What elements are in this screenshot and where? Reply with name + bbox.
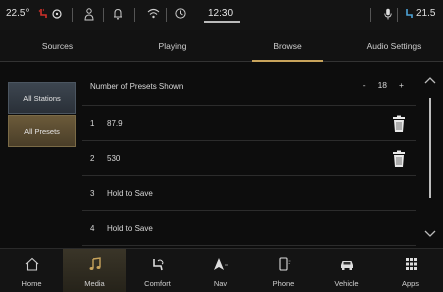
- presets-count-stepper: - 18 +: [363, 80, 404, 90]
- tab-audio-settings[interactable]: Audio Settings: [345, 30, 443, 62]
- navigation-arrow-icon: [213, 258, 228, 270]
- compass-icon[interactable]: [175, 8, 186, 19]
- passenger-temperature[interactable]: 21.5: [416, 8, 435, 19]
- divider: [166, 8, 167, 22]
- divider: [134, 8, 135, 22]
- tab-playing[interactable]: Playing: [115, 30, 230, 62]
- nav-label: Home: [21, 279, 42, 288]
- nav-vehicle[interactable]: Vehicle: [315, 249, 378, 292]
- decrease-button[interactable]: -: [363, 80, 366, 90]
- nav-label: Comfort: [144, 279, 171, 288]
- music-note-icon: [89, 257, 101, 270]
- nav-nav[interactable]: Nav: [189, 249, 252, 292]
- time-underline: [204, 21, 240, 23]
- tab-sources[interactable]: Sources: [0, 30, 115, 62]
- preset-number: 2: [90, 154, 95, 163]
- presets-count-row: Number of Presets Shown - 18 +: [82, 72, 416, 106]
- divider: [370, 8, 371, 22]
- browse-sidebar: All Stations All Presets: [0, 62, 78, 248]
- list-scrollbar[interactable]: [418, 62, 443, 248]
- all-stations-button[interactable]: All Stations: [8, 82, 76, 114]
- presets-count-value: 18: [377, 80, 388, 90]
- nav-home[interactable]: Home: [0, 249, 63, 292]
- nav-label: Media: [84, 279, 105, 288]
- media-tab-bar: Sources Playing Browse Audio Settings: [0, 30, 443, 62]
- car-icon: [340, 261, 353, 270]
- preset-label: 530: [107, 154, 121, 163]
- wifi-icon[interactable]: [147, 8, 160, 19]
- divider: [103, 8, 104, 22]
- trash-icon[interactable]: [392, 115, 406, 133]
- person-icon[interactable]: [84, 8, 94, 21]
- comfort-icon: [152, 259, 163, 271]
- heated-wheel-icon[interactable]: [52, 9, 62, 19]
- clock-time: 12:30: [208, 8, 234, 19]
- nav-comfort[interactable]: Comfort: [126, 249, 189, 292]
- scroll-thumb[interactable]: [429, 98, 431, 198]
- passenger-seat-icon[interactable]: [404, 8, 414, 20]
- increase-button[interactable]: +: [399, 80, 404, 90]
- nav-phone[interactable]: Phone: [252, 249, 315, 292]
- nav-label: Phone: [272, 279, 295, 288]
- heated-seat-icon[interactable]: [38, 8, 48, 20]
- preset-row[interactable]: 3 Hold to Save: [82, 177, 416, 211]
- all-presets-button[interactable]: All Presets: [8, 115, 76, 147]
- preset-row[interactable]: 1 87.9: [82, 107, 416, 141]
- status-bar: 22.5° 12:30 21.5: [0, 0, 443, 30]
- apps-grid-icon: [405, 258, 417, 270]
- presets-count-label: Number of Presets Shown: [90, 82, 184, 91]
- divider: [397, 8, 398, 22]
- driver-temperature[interactable]: 22.5°: [6, 8, 29, 19]
- presets-list: Number of Presets Shown - 18 + 1 87.9 2 …: [78, 62, 418, 248]
- tab-browse[interactable]: Browse: [230, 30, 345, 62]
- nav-label: Nav: [213, 279, 228, 288]
- bottom-navigation: Home Media Comfort Nav Phone Vehicle App…: [0, 248, 443, 292]
- chevron-up-icon[interactable]: [424, 76, 436, 84]
- preset-number: 4: [90, 224, 95, 233]
- nav-label: Apps: [401, 279, 420, 288]
- microphone-icon[interactable]: [384, 8, 392, 20]
- preset-row[interactable]: 2 530: [82, 142, 416, 176]
- preset-label: 87.9: [107, 119, 123, 128]
- preset-row[interactable]: 4 Hold to Save: [82, 212, 416, 246]
- preset-number: 3: [90, 189, 95, 198]
- nav-apps[interactable]: Apps: [378, 249, 443, 292]
- bell-icon[interactable]: [113, 8, 123, 20]
- phone-icon: [278, 257, 290, 271]
- chevron-down-icon[interactable]: [424, 230, 436, 238]
- nav-label: Vehicle: [334, 279, 359, 288]
- preset-label: Hold to Save: [107, 224, 153, 233]
- preset-label: Hold to Save: [107, 189, 153, 198]
- home-icon: [25, 257, 38, 271]
- nav-media[interactable]: Media: [63, 249, 126, 292]
- divider: [72, 8, 73, 22]
- preset-number: 1: [90, 119, 95, 128]
- trash-icon[interactable]: [392, 150, 406, 168]
